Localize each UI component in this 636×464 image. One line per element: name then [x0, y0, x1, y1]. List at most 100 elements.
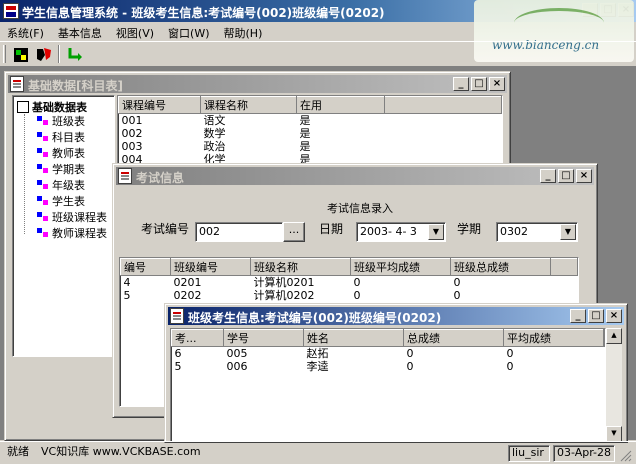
column-header[interactable]: 班级名称: [250, 258, 351, 276]
basic-data-title: 基础数据[科目表]: [28, 79, 123, 93]
table-node-icon: [37, 228, 49, 238]
cell: 002: [121, 127, 143, 140]
column-header[interactable]: 编号: [120, 258, 171, 276]
student-grid-scrollbar[interactable]: ▲ ▼: [606, 328, 622, 442]
connect-icon: [14, 48, 28, 62]
cell: 赵拓: [306, 347, 329, 360]
toolbar-grip[interactable]: [3, 45, 6, 63]
exam-info-maximize-button[interactable]: □: [558, 169, 574, 183]
cell: 006: [226, 360, 248, 373]
exam-info-close-button[interactable]: ×: [576, 169, 592, 183]
exit-button[interactable]: [64, 45, 86, 65]
tree-item-label: 科目表: [52, 131, 85, 144]
class-students-title: 班级考生信息:考试编号(002)班级编号(0202): [188, 311, 442, 325]
column-header[interactable]: 在用: [296, 96, 385, 114]
tree-item-subject[interactable]: 科目表: [37, 130, 85, 146]
term-select[interactable]: 0302 ▼: [496, 222, 578, 242]
class-students-window: 班级考生信息:考试编号(002)班级编号(0202) _ □ × 考... 学号…: [164, 303, 628, 443]
tree-item-class-course[interactable]: 班级课程表: [37, 210, 107, 226]
mdi-client-area: 基础数据[科目表] _ □ × 基础数据表 班级表 科目表 教师表 学期表 年级…: [0, 67, 636, 443]
class-students-title-bar[interactable]: 班级考生信息:考试编号(002)班级编号(0202) _ □ ×: [168, 307, 624, 325]
tree-root-label: 基础数据表: [32, 101, 87, 114]
column-header[interactable]: 班级平均成绩: [350, 258, 451, 276]
class-students-minimize-button[interactable]: _: [570, 309, 586, 323]
tree-item-label: 班级课程表: [52, 211, 107, 224]
cell: 李逵: [306, 360, 329, 373]
table-tree[interactable]: 基础数据表 班级表 科目表 教师表 学期表 年级表 学生表 班级课程表 教师课程…: [12, 95, 115, 357]
status-date: 03-Apr-28: [553, 445, 615, 462]
connect-button[interactable]: [10, 45, 32, 65]
exam-no-input[interactable]: 002: [195, 222, 283, 242]
tree-item-grade[interactable]: 年级表: [37, 178, 85, 194]
browse-button[interactable]: ...: [283, 222, 305, 242]
scroll-down-icon[interactable]: ▼: [606, 426, 622, 442]
column-header[interactable]: 总成绩: [403, 329, 504, 347]
term-value: 0302: [500, 225, 528, 238]
cell: 0: [406, 360, 414, 373]
basic-data-maximize-button[interactable]: □: [471, 77, 487, 91]
disconnect-icon: [37, 48, 51, 61]
table-row[interactable]: 5 006 李逵 0 0: [172, 360, 605, 373]
class-students-close-button[interactable]: ×: [606, 309, 622, 323]
chevron-down-icon[interactable]: ▼: [560, 224, 576, 240]
menu-window[interactable]: 窗口(W): [161, 22, 216, 41]
column-header-filler: [384, 96, 502, 114]
cell: 005: [226, 347, 248, 360]
column-header[interactable]: 平均成绩: [503, 329, 604, 347]
exam-info-minimize-button[interactable]: _: [540, 169, 556, 183]
menu-system[interactable]: 系统(F): [0, 22, 51, 41]
cell: 数学: [203, 127, 226, 140]
table-row[interactable]: 003 政治 是: [119, 140, 502, 153]
tree-item-label: 学生表: [52, 195, 85, 208]
column-header[interactable]: 班级总成绩: [450, 258, 551, 276]
tree-root[interactable]: 基础数据表: [17, 99, 87, 115]
exam-info-title-bar[interactable]: 考试信息 _ □ ×: [116, 167, 594, 185]
table-row[interactable]: 5 0202 计算机0202 0 0: [121, 289, 578, 302]
scroll-up-icon[interactable]: ▲: [606, 328, 622, 344]
tree-item-label: 年级表: [52, 179, 85, 192]
column-header[interactable]: 姓名: [303, 329, 404, 347]
student-grid[interactable]: 考... 学号 姓名 总成绩 平均成绩 6 005 赵拓 0 0 5 006 李逵 0 0: [170, 328, 606, 442]
tree-item-class[interactable]: 班级表: [37, 114, 85, 130]
menu-view[interactable]: 视图(V): [109, 22, 161, 41]
cell: 5: [123, 289, 131, 302]
basic-data-minimize-button[interactable]: _: [453, 77, 469, 91]
toolbar-separator: [58, 45, 60, 63]
table-node-icon: [37, 132, 49, 142]
cell: 计算机0201: [253, 276, 315, 289]
resize-grip-icon[interactable]: [620, 450, 632, 462]
table-node-icon: [37, 180, 49, 190]
column-header[interactable]: 班级编号: [170, 258, 251, 276]
tree-item-teacher[interactable]: 教师表: [37, 146, 85, 162]
tree-item-term[interactable]: 学期表: [37, 162, 85, 178]
cell: 4: [123, 276, 131, 289]
column-header[interactable]: 课程编号: [118, 96, 201, 114]
exam-no-label: 考试编号: [141, 222, 190, 236]
table-row[interactable]: 4 0201 计算机0201 0 0: [121, 276, 578, 290]
cell: 0202: [173, 289, 202, 302]
class-students-maximize-button[interactable]: □: [588, 309, 604, 323]
date-picker[interactable]: 2003- 4- 3 ▼: [356, 222, 446, 242]
subject-grid[interactable]: 课程编号 课程名称 在用 001 语文是 002 数学是 003 政治是 004 化学是: [117, 95, 503, 165]
table-row[interactable]: 6 005 赵拓 0 0: [172, 347, 605, 361]
column-header[interactable]: 考...: [171, 329, 224, 347]
exam-entry-heading: 考试信息录入: [327, 202, 393, 215]
chevron-down-icon[interactable]: ▼: [428, 224, 444, 240]
app-icon[interactable]: [3, 3, 19, 19]
cell: 是: [299, 114, 311, 127]
tree-item-teacher-course[interactable]: 教师课程表: [37, 226, 107, 242]
tree-item-student[interactable]: 学生表: [37, 194, 85, 210]
disconnect-button[interactable]: [33, 45, 55, 65]
table-node-icon: [37, 116, 49, 126]
table-row[interactable]: 001 语文 是: [119, 114, 502, 128]
toolbar: [0, 41, 636, 67]
column-header[interactable]: 课程名称: [200, 96, 297, 114]
cell: 003: [121, 140, 143, 153]
menu-help[interactable]: 帮助(H): [217, 22, 270, 41]
menu-basic-info[interactable]: 基本信息: [51, 22, 109, 41]
table-row[interactable]: 002 数学 是: [119, 127, 502, 140]
document-icon: [10, 76, 24, 92]
column-header[interactable]: 学号: [223, 329, 304, 347]
basic-data-title-bar[interactable]: 基础数据[科目表] _ □ ×: [8, 75, 507, 93]
basic-data-close-button[interactable]: ×: [489, 77, 505, 91]
